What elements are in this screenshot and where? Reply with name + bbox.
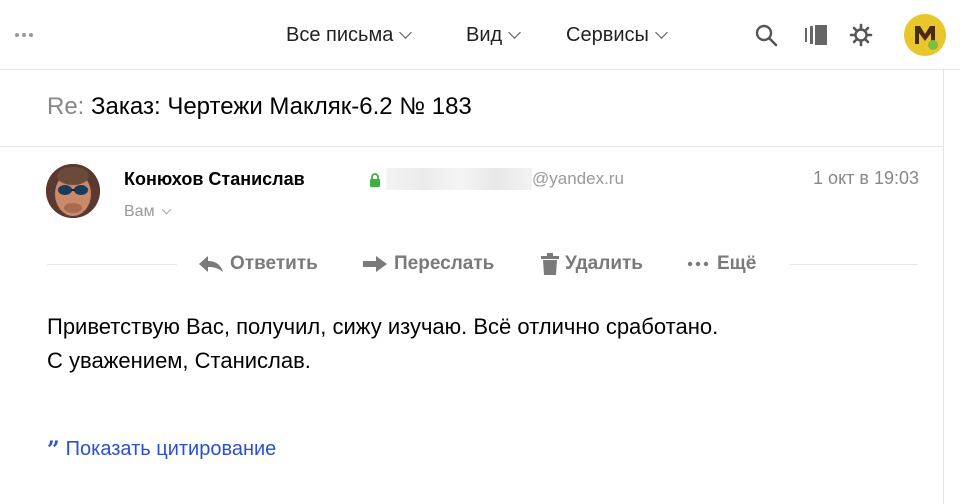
menu-view-label: Вид [466,24,503,46]
more-label: Ещё [717,253,757,274]
sender-email-domain: @yandex.ru [532,169,624,188]
reply-button[interactable]: Ответить [198,252,318,276]
search-icon[interactable] [753,22,779,48]
user-avatar[interactable] [904,14,946,56]
more-dots-icon[interactable] [13,26,41,44]
menu-all-letters-label: Все письма [286,24,394,46]
menu-all-letters[interactable]: Все письма [286,23,413,47]
forward-arrow-icon [362,255,388,273]
sender-name[interactable]: Конюхов Станислав [124,168,305,190]
reply-label: Ответить [230,253,318,274]
quote-icon: ” [47,437,60,463]
more-actions-button[interactable]: Ещё [687,252,756,276]
message-date: 1 окт в 19:03 [813,168,919,188]
sender-email-redacted [386,168,532,190]
forward-button[interactable]: Переслать [362,252,494,276]
show-quote-link[interactable]: ” Показать цитирование [47,437,276,462]
more-dots-icon [687,259,711,269]
reply-arrow-icon [198,255,224,273]
menu-services[interactable]: Сервисы [566,23,668,47]
settings-gear-icon[interactable] [848,22,874,48]
sender-avatar[interactable] [46,164,100,218]
top-toolbar: Все письма Вид Сервисы [0,0,960,70]
subject-divider [0,146,943,147]
trash-icon [541,253,559,275]
secure-lock-icon [369,173,381,187]
chevron-down-icon [508,26,522,39]
recipient-toggle[interactable]: Вам [124,202,172,222]
menu-view[interactable]: Вид [466,23,522,47]
body-line: С уважением, Станислав. [47,348,311,373]
pane-divider [943,70,944,504]
compact-view-icon[interactable] [803,22,829,48]
message-subject: Re: Заказ: Чертежи Макляк-6.2 № 183 [47,92,472,122]
chevron-down-icon [399,26,413,39]
delete-label: Удалить [565,253,643,274]
delete-button[interactable]: Удалить [541,252,643,276]
menu-services-label: Сервисы [566,24,649,46]
message-body: Приветствую Вас, получил, сижу изучаю. В… [47,310,927,378]
chevron-down-icon [655,26,668,39]
show-quote-label: Показать цитирование [65,438,277,460]
mail-message-page: Все письма Вид Сервисы Re: Заказ: Чертеж… [0,0,960,504]
action-divider-right [790,264,918,265]
subject-prefix: Re: [47,93,85,120]
action-divider-left [47,264,177,265]
forward-label: Переслать [394,253,495,274]
body-line: Приветствую Вас, получил, сижу изучаю. В… [47,314,719,339]
recipient-label: Вам [124,203,155,220]
subject-text: Заказ: Чертежи Макляк-6.2 № 183 [91,93,472,120]
chevron-down-icon [161,204,172,215]
